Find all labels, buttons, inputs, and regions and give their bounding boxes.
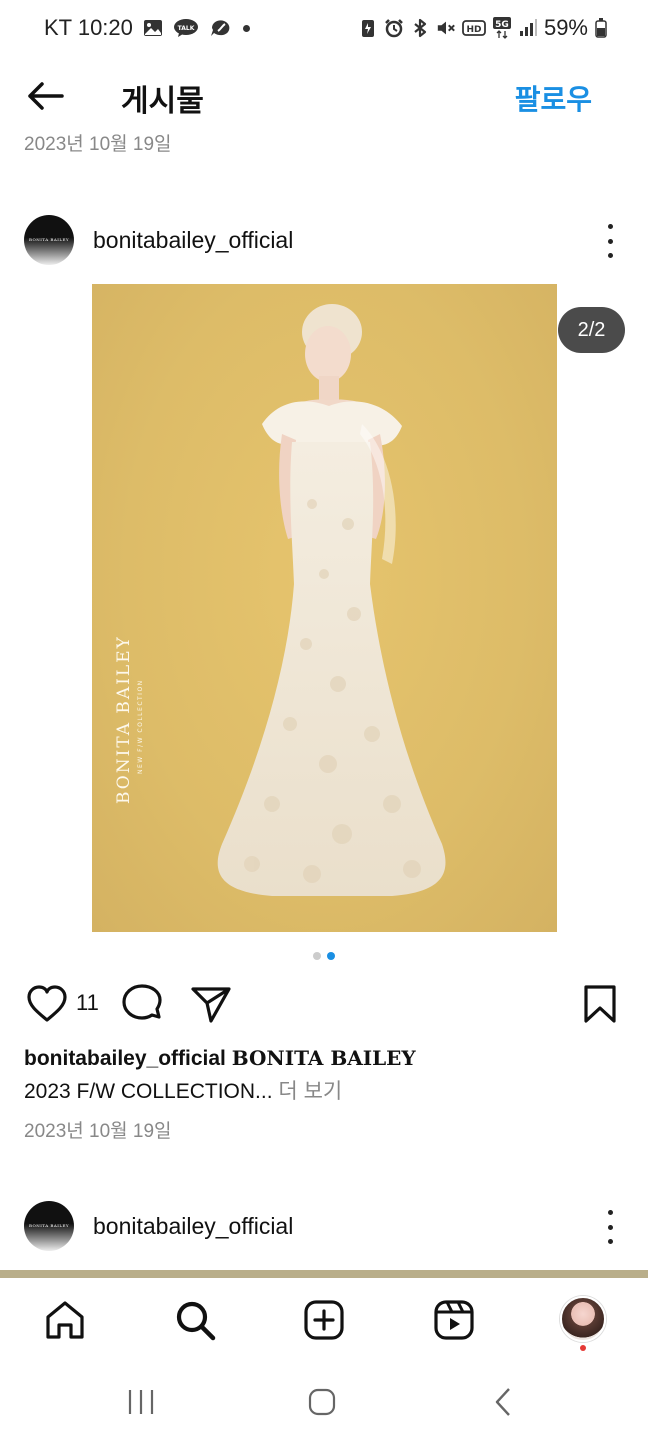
like-button[interactable]	[24, 982, 70, 1026]
next-post-avatar[interactable]: BONITA BAILEY	[24, 1201, 74, 1251]
back-icon	[495, 1388, 510, 1416]
like-count: 11	[76, 990, 99, 1015]
alarm-icon	[384, 18, 404, 38]
battery-percent: 59%	[543, 15, 588, 40]
status-left: KT 10:20 TALK	[44, 15, 250, 41]
home-icon	[308, 1388, 336, 1416]
bookmark-icon	[584, 985, 616, 1023]
save-button[interactable]	[580, 982, 620, 1026]
home-icon	[46, 1301, 84, 1339]
mute-icon	[436, 18, 456, 38]
post-username[interactable]: bonitabailey_official	[93, 227, 293, 254]
carousel-dot	[313, 952, 321, 960]
hd-icon: HD	[462, 18, 486, 38]
post-actions: 11	[0, 982, 648, 1028]
follow-button[interactable]: 팔로우	[515, 78, 592, 118]
notification-dot	[580, 1345, 586, 1351]
nav-search[interactable]	[173, 1298, 217, 1342]
5g-label: 5G	[495, 20, 509, 30]
avatar-brand-text: BONITA BAILEY	[28, 237, 70, 242]
next-post-image-edge	[0, 1270, 648, 1278]
more-options-icon[interactable]	[600, 1210, 620, 1244]
talk-label: TALK	[178, 25, 195, 32]
signal-icon	[518, 18, 538, 38]
nav-create[interactable]	[302, 1298, 346, 1342]
threads-icon	[209, 18, 233, 38]
create-icon	[304, 1300, 344, 1340]
bottom-nav	[0, 1278, 648, 1364]
next-post-username[interactable]: bonitabailey_official	[93, 1213, 293, 1240]
carousel-dot-active	[327, 952, 335, 960]
dot-icon	[242, 24, 250, 32]
data-saver-icon	[358, 18, 378, 38]
wedding-dress-illustration	[217, 304, 446, 896]
recents-button[interactable]	[119, 1382, 163, 1422]
carousel-dots	[0, 952, 648, 960]
back-button-system[interactable]	[482, 1382, 526, 1422]
comment-button[interactable]	[120, 982, 164, 1026]
next-post-header: BONITA BAILEY bonitabailey_official	[0, 1198, 648, 1254]
5g-icon: 5G	[492, 17, 512, 39]
brand-watermark: BONITA BAILEY NEW F/W COLLECTION	[114, 635, 144, 804]
status-bar: KT 10:20 TALK HD 5G 59%	[0, 0, 648, 56]
page-title: 게시물	[121, 84, 204, 119]
app-header: 게시물 팔로우	[0, 62, 648, 132]
hd-label: HD	[466, 25, 481, 35]
heart-icon	[27, 985, 67, 1022]
reels-icon	[434, 1300, 474, 1340]
caption-text: 2023 F/W COLLECTION...	[24, 1080, 273, 1103]
nav-profile-avatar[interactable]	[560, 1296, 606, 1342]
back-button[interactable]	[24, 76, 68, 116]
kakaotalk-icon: TALK	[173, 18, 199, 38]
post-caption: bonitabailey_official BONITA BAILEY 2023…	[24, 1042, 624, 1108]
gallery-icon	[143, 18, 163, 38]
arrow-left-icon	[28, 82, 64, 110]
home-button[interactable]	[300, 1382, 344, 1422]
nav-reels[interactable]	[432, 1298, 476, 1342]
post-header: BONITA BAILEY bonitabailey_official	[0, 212, 648, 268]
post-date: 2023년 10월 19일	[24, 1121, 172, 1142]
battery-icon	[594, 18, 608, 38]
send-icon	[191, 987, 231, 1023]
system-nav	[0, 1364, 648, 1440]
caption-title: BONITA BAILEY	[231, 1046, 416, 1070]
comment-icon	[122, 984, 162, 1020]
image-counter-badge: 2/2	[558, 307, 625, 353]
status-right: HD 5G 59%	[358, 15, 608, 41]
nav-home[interactable]	[43, 1298, 87, 1342]
recents-icon	[128, 1390, 154, 1414]
brand-subtitle: NEW F/W COLLECTION	[137, 679, 144, 774]
bluetooth-icon	[410, 18, 430, 38]
search-icon	[176, 1301, 216, 1341]
caption-more-link[interactable]: 더 보기	[278, 1080, 342, 1103]
next-avatar-brand-text: BONITA BAILEY	[28, 1223, 70, 1228]
post-image[interactable]: BONITA BAILEY NEW F/W COLLECTION	[92, 284, 557, 932]
caption-username[interactable]: bonitabailey_official	[24, 1047, 226, 1070]
post-avatar[interactable]: BONITA BAILEY	[24, 215, 74, 265]
brand-title: BONITA BAILEY	[114, 635, 134, 804]
previous-post-date: 2023년 10월 19일	[24, 134, 172, 152]
carrier-time: KT 10:20	[44, 15, 133, 40]
more-options-icon[interactable]	[600, 224, 620, 258]
share-button[interactable]	[189, 982, 233, 1026]
